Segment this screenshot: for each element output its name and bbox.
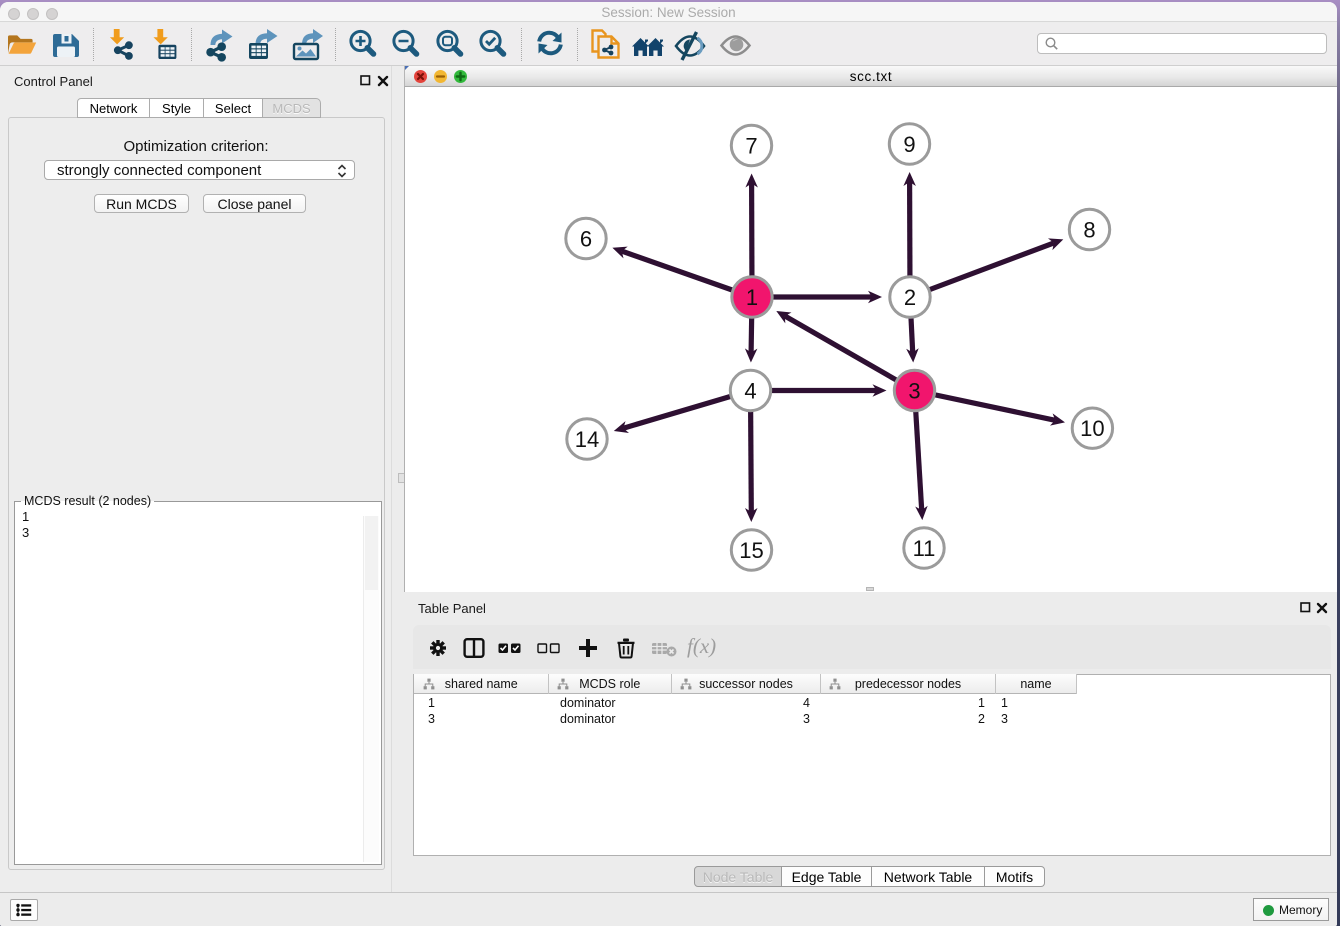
svg-text:7: 7 <box>745 133 757 158</box>
svg-text:8: 8 <box>1083 217 1095 242</box>
svg-text:11: 11 <box>913 536 936 561</box>
svg-text:2: 2 <box>904 285 916 310</box>
svg-text:9: 9 <box>903 132 915 157</box>
svg-text:15: 15 <box>739 538 763 563</box>
svg-text:1: 1 <box>746 285 758 310</box>
svg-text:14: 14 <box>575 427 599 452</box>
svg-text:10: 10 <box>1080 416 1104 441</box>
svg-text:4: 4 <box>744 378 756 403</box>
svg-text:6: 6 <box>580 226 592 251</box>
svg-text:3: 3 <box>908 378 920 403</box>
